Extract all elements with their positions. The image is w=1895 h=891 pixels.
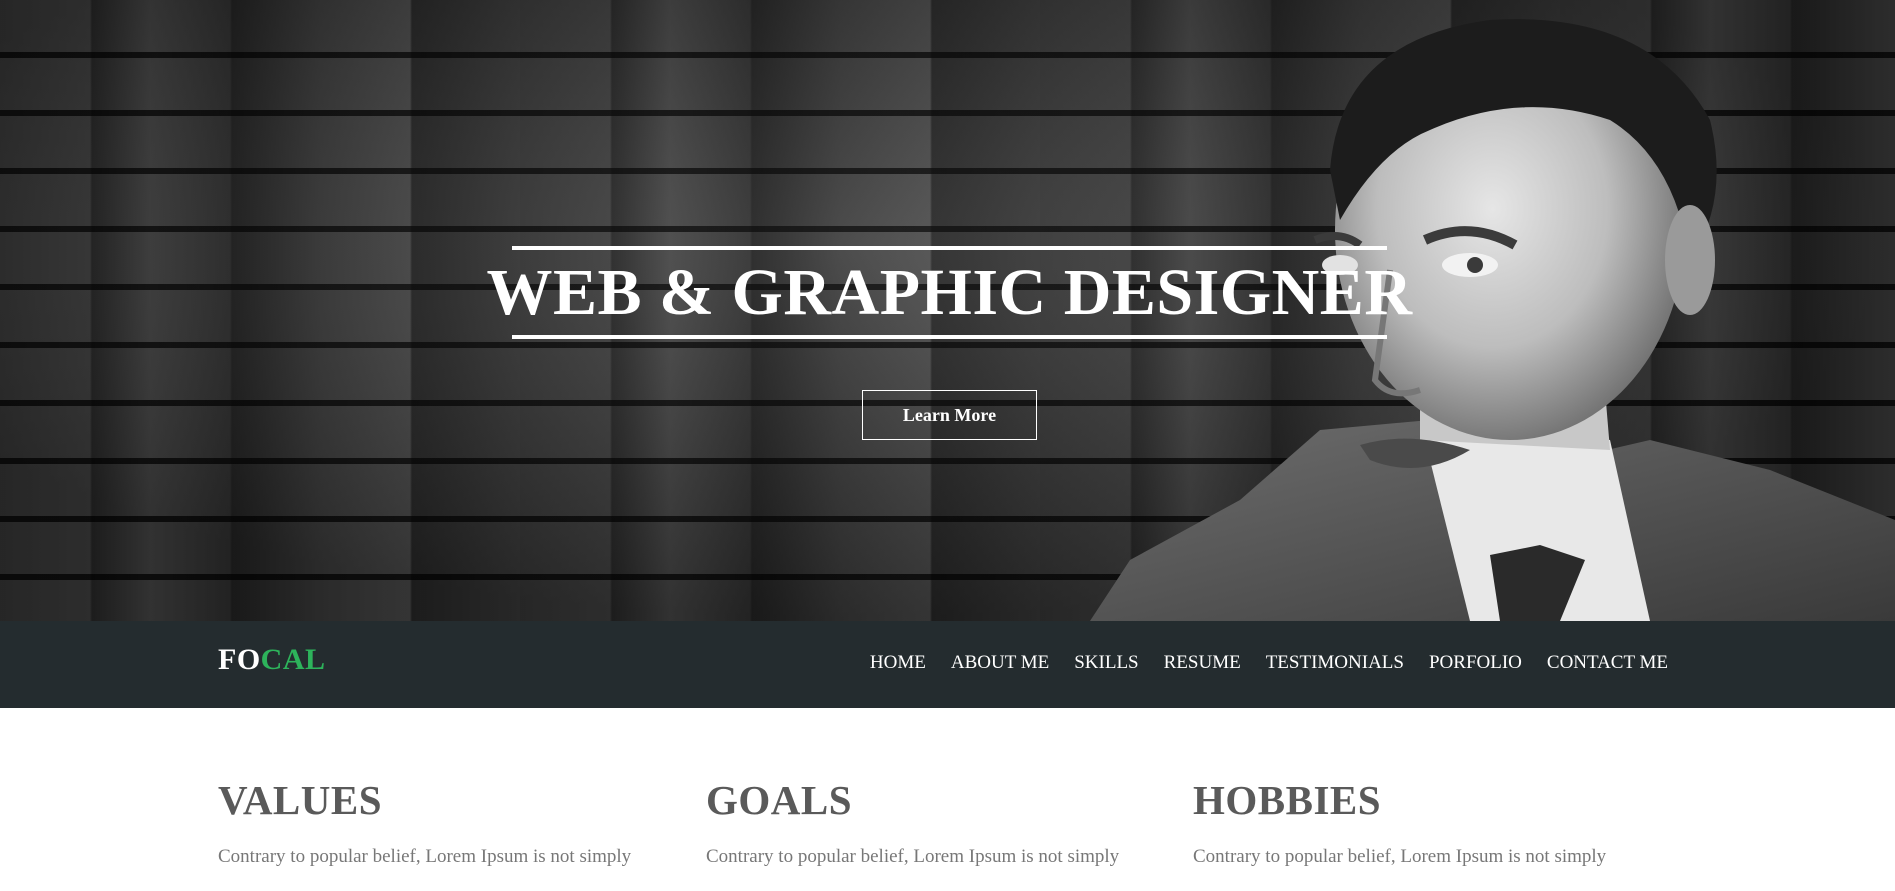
- hobbies-heading: HOBBIES: [1193, 777, 1382, 823]
- hero-section: WEB & GRAPHIC DESIGNER Learn More: [0, 0, 1895, 621]
- hero-title: WEB & GRAPHIC DESIGNER: [486, 255, 1413, 329]
- learn-more-button[interactable]: Learn More: [862, 390, 1037, 440]
- nav-item-home[interactable]: HOME: [870, 653, 926, 672]
- logo-part-1: FO: [218, 643, 261, 676]
- goals-text: Contrary to popular belief, Lorem Ipsum …: [706, 846, 1120, 867]
- hobbies-text: Contrary to popular belief, Lorem Ipsum …: [1193, 846, 1607, 867]
- nav-item-contact-me[interactable]: CONTACT ME: [1547, 653, 1668, 672]
- values-section: VALUES Contrary to popular belief, Lorem…: [218, 780, 678, 871]
- goals-section: GOALS Contrary to popular belief, Lorem …: [706, 780, 1166, 871]
- nav-item-resume[interactable]: RESUME: [1164, 653, 1241, 672]
- nav-item-skills[interactable]: SKILLS: [1074, 653, 1138, 672]
- nav-item-portfolio[interactable]: PORFOLIO: [1429, 653, 1522, 672]
- logo-part-2: CAL: [260, 643, 326, 676]
- hero-title-frame: WEB & GRAPHIC DESIGNER: [487, 246, 1412, 339]
- goals-heading: GOALS: [706, 777, 853, 823]
- hobbies-section: HOBBIES Contrary to popular belief, Lore…: [1193, 780, 1653, 871]
- values-text: Contrary to popular belief, Lorem Ipsum …: [218, 846, 632, 867]
- site-logo[interactable]: FOCAL: [218, 645, 326, 675]
- nav-menu: HOME ABOUT ME SKILLS RESUME TESTIMONIALS…: [870, 653, 1668, 672]
- main-navbar: FOCAL HOME ABOUT ME SKILLS RESUME TESTIM…: [0, 621, 1895, 708]
- nav-item-about-me[interactable]: ABOUT ME: [951, 653, 1049, 672]
- nav-item-testimonials[interactable]: TESTIMONIALS: [1266, 653, 1404, 672]
- values-heading: VALUES: [218, 777, 383, 823]
